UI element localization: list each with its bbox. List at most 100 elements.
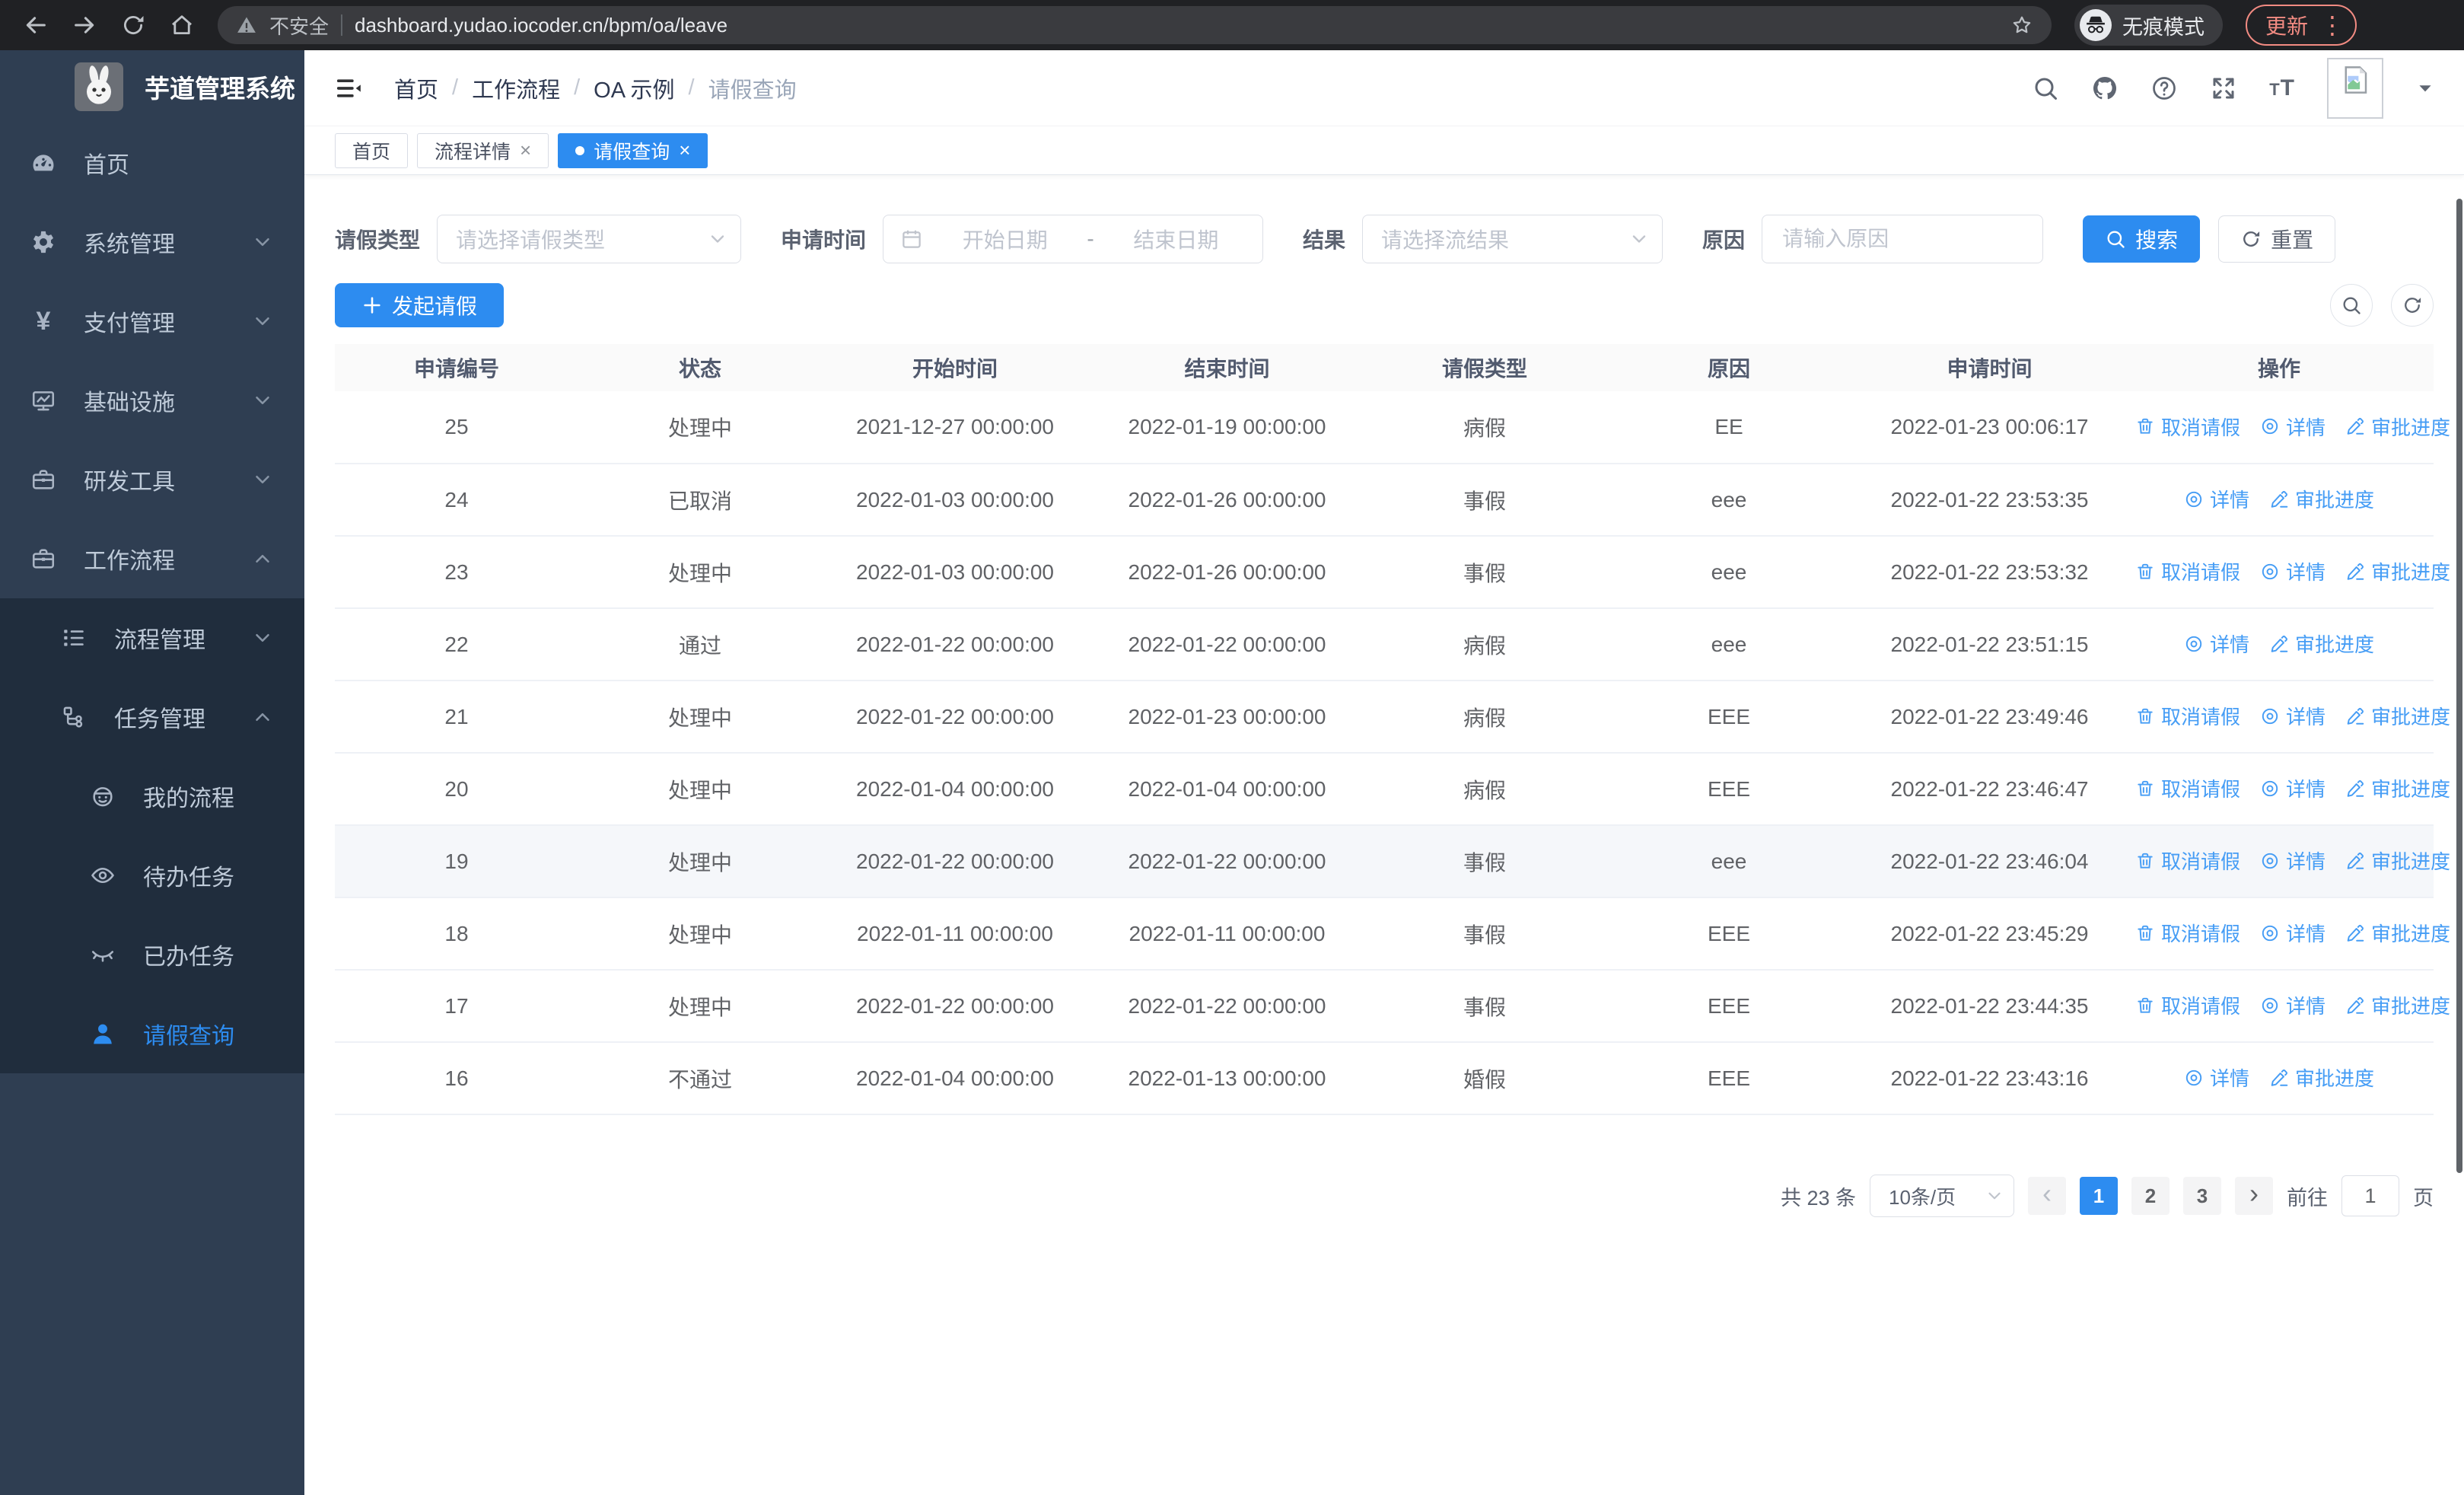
cancel-leave-link[interactable]: 取消请假 [2135,919,2240,947]
list-icon [61,625,87,651]
collapse-sidebar-icon[interactable] [333,73,364,104]
logo-avatar [75,62,123,111]
cell-end: 2022-01-13 00:00:00 [1088,1042,1366,1115]
detail-link[interactable]: 详情 [2184,485,2249,513]
action-label: 详情 [2286,850,2326,874]
approval-progress-link[interactable]: 审批进度 [2345,702,2450,730]
eye-icon [90,862,116,888]
cell-id: 17 [335,970,578,1043]
page-number-button[interactable]: 3 [2183,1177,2221,1215]
detail-link[interactable]: 详情 [2260,702,2326,730]
action-label: 详情 [2209,489,2249,512]
sidebar-item[interactable]: ¥ 支付管理 [0,282,304,361]
show-search-toggle-button[interactable] [2330,284,2373,327]
total-count-label: 共 23 条 [1780,1186,1856,1210]
approval-progress-link[interactable]: 审批进度 [2345,846,2450,875]
sidebar-item[interactable]: 请假查询 [0,994,304,1073]
sidebar-item[interactable]: 流程管理 [0,598,304,677]
user-avatar[interactable] [2327,57,2383,119]
address-bar[interactable]: 不安全 dashboard.yudao.iocoder.cn/bpm/oa/le… [218,6,2052,44]
breadcrumb-item[interactable]: 工作流程 [472,72,560,104]
browser-update-button[interactable]: 更新 ⋮ [2246,5,2357,46]
detail-link[interactable]: 详情 [2184,630,2249,658]
action-label: 详情 [2209,633,2249,657]
cancel-leave-link[interactable]: 取消请假 [2135,991,2240,1019]
breadcrumb-item[interactable]: OA 示例 [594,72,674,104]
github-icon[interactable] [2091,75,2119,102]
browser-menu-icon[interactable]: ⋮ [2320,13,2345,37]
page-number-button[interactable]: 2 [2131,1177,2170,1215]
view-tab[interactable]: 请假查询 × [558,132,708,168]
apply-time-range-picker[interactable]: 开始日期 - 结束日期 [883,215,1264,263]
approval-progress-link[interactable]: 审批进度 [2269,485,2374,513]
reason-input[interactable] [1781,226,2025,252]
close-tab-icon[interactable]: × [520,139,531,162]
goto-page-input[interactable] [2341,1175,2399,1216]
sidebar-item[interactable]: 基础设施 [0,361,304,440]
detail-link[interactable]: 详情 [2260,557,2326,585]
cell-status: 处理中 [578,681,822,754]
view-tab[interactable]: 流程详情 × [417,132,549,168]
sidebar-item[interactable]: 系统管理 [0,202,304,282]
forward-icon[interactable] [72,12,97,38]
app-logo[interactable]: 芋道管理系统 [0,50,304,123]
result-placeholder: 请选择流结果 [1381,228,1510,252]
search-button[interactable]: 搜索 [2083,215,2201,263]
user-menu-caret-icon[interactable] [2415,78,2435,98]
chevron-up-icon [251,547,274,570]
sidebar-item[interactable]: 首页 [0,123,304,202]
detail-link[interactable]: 详情 [2260,991,2326,1019]
sidebar-item[interactable]: 工作流程 [0,519,304,598]
chevron-down-icon [251,626,274,649]
help-icon[interactable] [2150,75,2178,102]
cancel-leave-link[interactable]: 取消请假 [2135,413,2240,441]
sidebar-item[interactable]: 任务管理 [0,677,304,757]
page-size-select[interactable]: 10条/页 [1870,1175,2014,1217]
cancel-leave-link[interactable]: 取消请假 [2135,557,2240,585]
app-title: 芋道管理系统 [145,75,295,103]
detail-link[interactable]: 详情 [2260,774,2326,802]
breadcrumb-separator: / [574,75,581,100]
font-size-icon[interactable]: TT [2269,75,2295,101]
search-icon[interactable] [2032,75,2059,102]
breadcrumb-separator: / [452,75,459,100]
approval-progress-link[interactable]: 审批进度 [2269,1063,2374,1092]
fullscreen-icon[interactable] [2210,75,2237,102]
refresh-table-button[interactable] [2391,284,2434,327]
leave-type-select[interactable]: 请选择请假类型 [437,215,742,263]
cancel-leave-link[interactable]: 取消请假 [2135,702,2240,730]
sidebar-item[interactable]: 已办任务 [0,915,304,994]
create-leave-button[interactable]: 发起请假 [335,283,505,327]
back-icon[interactable] [23,12,49,38]
detail-link[interactable]: 详情 [2260,919,2326,947]
cancel-leave-link[interactable]: 取消请假 [2135,774,2240,802]
detail-link[interactable]: 详情 [2184,1063,2249,1092]
approval-progress-link[interactable]: 审批进度 [2345,413,2450,441]
detail-link[interactable]: 详情 [2260,413,2326,441]
scrollbar-thumb[interactable] [2456,199,2462,1173]
approval-progress-link[interactable]: 审批进度 [2269,630,2374,658]
close-tab-icon[interactable]: × [679,139,690,162]
reset-button[interactable]: 重置 [2218,215,2336,263]
prev-page-button[interactable]: ‹ [2028,1177,2066,1215]
approval-progress-link[interactable]: 审批进度 [2345,557,2450,585]
home-icon[interactable] [169,12,195,38]
approval-progress-link[interactable]: 审批进度 [2345,774,2450,802]
detail-link[interactable]: 详情 [2260,846,2326,875]
breadcrumb-item[interactable]: 首页 [394,72,438,104]
tab-label: 请假查询 [594,141,670,163]
next-page-button[interactable]: › [2235,1177,2273,1215]
view-tab[interactable]: 首页 [335,132,409,168]
cancel-leave-link[interactable]: 取消请假 [2135,846,2240,875]
approval-progress-link[interactable]: 审批进度 [2345,919,2450,947]
sidebar-item[interactable]: 待办任务 [0,836,304,915]
bookmark-star-icon[interactable] [2010,14,2033,37]
url-text[interactable]: dashboard.yudao.iocoder.cn/bpm/oa/leave [355,14,1998,37]
result-select[interactable]: 请选择流结果 [1362,215,1663,263]
robot-icon [90,783,116,809]
sidebar-item[interactable]: 我的流程 [0,757,304,836]
approval-progress-link[interactable]: 审批进度 [2345,991,2450,1019]
page-number-button[interactable]: 1 [2080,1177,2118,1215]
reload-icon[interactable] [120,12,146,38]
sidebar-item[interactable]: 研发工具 [0,440,304,519]
